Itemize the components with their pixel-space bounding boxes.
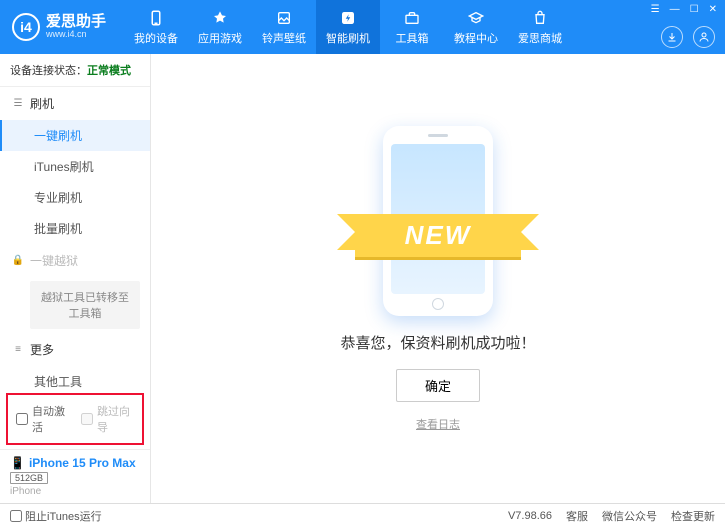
section-flash[interactable]: ☰刷机 [0,87,150,120]
minimize-icon[interactable]: — [670,4,680,15]
nav-store[interactable]: 爱思商城 [508,0,572,54]
device-storage: 512GB [10,472,48,484]
flash-icon [339,9,357,27]
success-illustration: NEW [383,126,493,316]
sidebar-item-oneclick-flash[interactable]: 一键刷机 [0,120,150,151]
maximize-icon[interactable]: ☐ [690,4,699,15]
block-itunes-checkbox[interactable]: 阻止iTunes运行 [10,508,102,524]
apps-icon [211,9,229,27]
download-button[interactable] [661,26,683,48]
nav-flash[interactable]: 智能刷机 [316,0,380,54]
status-bar: 阻止iTunes运行 V7.98.66 客服 微信公众号 检查更新 [0,503,725,527]
sidebar: 设备连接状态：正常模式 ☰刷机 一键刷机 iTunes刷机 专业刷机 批量刷机 … [0,54,151,503]
top-nav: 我的设备 应用游戏 铃声壁纸 智能刷机 工具箱 教程中心 爱思商城 [124,0,572,54]
phone-icon: 📱 [10,456,25,470]
logo: i4 爱思助手 www.i4.cn [12,13,124,41]
version-label: V7.98.66 [508,510,552,522]
list-icon: ☰ [12,98,24,109]
jailbreak-note: 越狱工具已转移至工具箱 [30,281,140,329]
support-link[interactable]: 客服 [566,508,588,524]
sidebar-item-other-tools[interactable]: 其他工具 [0,366,150,393]
new-ribbon: NEW [355,214,521,257]
nav-apps[interactable]: 应用游戏 [188,0,252,54]
check-update-link[interactable]: 检查更新 [671,508,715,524]
close-icon[interactable]: ✕ [709,4,717,15]
toolbox-icon [403,9,421,27]
flash-options: 自动激活 跳过向导 [6,393,144,445]
skip-guide-checkbox[interactable]: 跳过向导 [81,403,134,435]
tutorial-icon [467,9,485,27]
lock-icon: 🔒 [12,255,24,266]
ok-button[interactable]: 确定 [396,369,480,402]
device-type: iPhone [10,486,140,497]
success-message: 恭喜您，保资料刷机成功啦！ [340,332,535,353]
user-button[interactable] [693,26,715,48]
main-content: NEW 恭喜您，保资料刷机成功啦！ 确定 查看日志 [151,54,725,503]
sidebar-item-itunes-flash[interactable]: iTunes刷机 [0,151,150,182]
nav-my-device[interactable]: 我的设备 [124,0,188,54]
app-header: i4 爱思助手 www.i4.cn 我的设备 应用游戏 铃声壁纸 智能刷机 工具… [0,0,725,54]
logo-title: 爱思助手 [46,14,106,29]
menu-icon[interactable]: ☰ [651,4,660,15]
section-jailbreak: 🔒一键越狱 [0,244,150,277]
logo-icon: i4 [12,13,40,41]
connected-device[interactable]: 📱iPhone 15 Pro Max 512GB iPhone [0,449,150,503]
logo-subtitle: www.i4.cn [46,29,106,40]
auto-activate-checkbox[interactable]: 自动激活 [16,403,69,435]
sidebar-item-batch-flash[interactable]: 批量刷机 [0,213,150,244]
device-icon [147,9,165,27]
store-icon [531,9,549,27]
wechat-link[interactable]: 微信公众号 [602,508,657,524]
connection-status: 设备连接状态：正常模式 [0,54,150,87]
nav-tutorials[interactable]: 教程中心 [444,0,508,54]
nav-toolbox[interactable]: 工具箱 [380,0,444,54]
sidebar-item-pro-flash[interactable]: 专业刷机 [0,182,150,213]
section-more[interactable]: ≡更多 [0,333,150,366]
nav-ringtones[interactable]: 铃声壁纸 [252,0,316,54]
view-log-link[interactable]: 查看日志 [416,416,460,432]
window-controls: ☰ — ☐ ✕ [651,4,717,15]
wallpaper-icon [275,9,293,27]
more-icon: ≡ [12,344,24,355]
